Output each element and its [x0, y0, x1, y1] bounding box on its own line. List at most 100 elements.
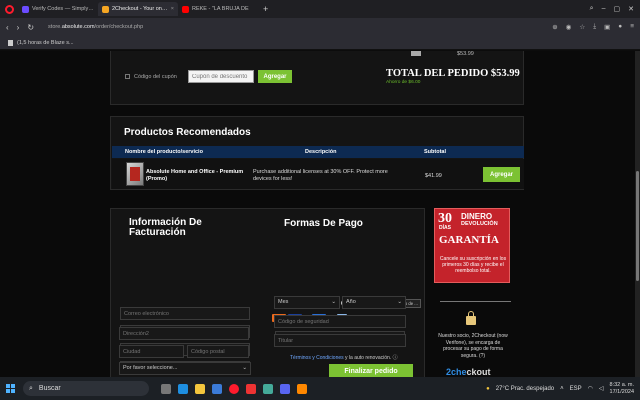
- finalize-order-button[interactable]: Finalizar pedido: [329, 364, 413, 377]
- system-tray: ● 27°C Prac. despejado ˄ ESP ◠ ◁ 8:32 a.…: [486, 382, 640, 396]
- cardholder-field[interactable]: [274, 334, 406, 347]
- windows-taskbar: ⌕ Buscar ● 27°C Prac. despejado ˄ ESP ◠ …: [0, 377, 640, 400]
- month-select[interactable]: Mes ⌄: [274, 296, 340, 309]
- address-bar: ‹ › ↻ store.absolute.com/order/checkout.…: [0, 18, 640, 36]
- bookmark-icon: [8, 39, 13, 46]
- extensions-icon[interactable]: ▣: [604, 23, 610, 31]
- opera-taskbar-icon[interactable]: [229, 383, 239, 394]
- guarantee-dinero: DINERO: [461, 212, 493, 221]
- zip-field[interactable]: [187, 345, 249, 358]
- city-field[interactable]: [119, 345, 184, 358]
- address2-field[interactable]: [119, 327, 249, 340]
- download-icon[interactable]: ⤓: [593, 23, 596, 31]
- terms-link[interactable]: Términos y Condiciones: [290, 355, 344, 361]
- chevron-down-icon: ⌄: [331, 299, 336, 305]
- new-tab-icon[interactable]: +: [258, 4, 273, 14]
- lang-indicator[interactable]: ESP: [570, 386, 582, 392]
- store-icon[interactable]: [212, 383, 222, 394]
- chevron-down-icon: ⌄: [397, 299, 402, 305]
- task-view-icon[interactable]: [161, 383, 171, 394]
- file-explorer-icon[interactable]: [195, 383, 205, 394]
- bookmark-item[interactable]: (1,5 horas de Blaze s...: [17, 40, 74, 46]
- url-field[interactable]: store.absolute.com/order/checkout.php: [48, 24, 143, 30]
- tab-verify-codes[interactable]: Verify Codes — SimplyCo: [18, 2, 98, 16]
- info-icon[interactable]: ⓘ: [393, 355, 398, 361]
- guarantee-text: Cancele su suscripción en los primeros 3…: [439, 256, 507, 274]
- order-summary: $53.99 Código del cupón Agregar TOTAL DE…: [110, 51, 524, 105]
- volume-icon[interactable]: ◁: [599, 385, 604, 392]
- tab-2checkout[interactable]: 2Checkout - Your online p ×: [98, 2, 178, 16]
- camera-icon[interactable]: ◉: [566, 23, 572, 31]
- chevron-up-icon[interactable]: ˄: [560, 386, 564, 392]
- email-field[interactable]: [120, 307, 250, 320]
- year-select[interactable]: Año ⌄: [342, 296, 406, 309]
- taskbar-search[interactable]: ⌕ Buscar: [23, 381, 149, 396]
- app-icon[interactable]: [263, 383, 273, 394]
- window-controls: ⌕ – ▢ ✕: [590, 5, 640, 13]
- reload-icon[interactable]: ↻: [27, 23, 34, 32]
- tab-favicon-icon: [102, 5, 109, 13]
- order-total: TOTAL DEL PEDIDO $53.99: [386, 68, 520, 79]
- lock-icon: [466, 311, 476, 325]
- tab-bar: Verify Codes — SimplyCo 2Checkout - Your…: [0, 0, 640, 18]
- opera-icon[interactable]: [0, 0, 18, 18]
- menu-icon[interactable]: ≡: [630, 23, 634, 31]
- windows-start-icon[interactable]: [6, 384, 15, 393]
- recommended-title: Productos Recomendados: [124, 127, 251, 138]
- header-product: Nombre del producto/servicio: [125, 149, 203, 155]
- forward-icon[interactable]: ›: [17, 23, 20, 32]
- chevron-down-icon: ⌄: [242, 365, 247, 371]
- guarantee-dias: DÍAS: [439, 225, 451, 231]
- app-icon[interactable]: [246, 383, 256, 394]
- coupon-add-button[interactable]: Agregar: [258, 70, 292, 83]
- payment-title: Formas De Pago: [284, 218, 363, 229]
- taskbar-apps: [161, 383, 307, 394]
- guarantee-devolucion: DEVOLUCIÓN: [461, 221, 498, 227]
- add-product-button[interactable]: Agregar: [483, 167, 520, 182]
- page-scrollbar[interactable]: [635, 51, 640, 377]
- product-thumbnail: [411, 51, 421, 56]
- 2checkout-logo: 2checkout: [446, 367, 491, 377]
- app-icon[interactable]: [297, 383, 307, 394]
- weather-icon: ●: [486, 385, 490, 392]
- close-icon[interactable]: ×: [171, 6, 174, 12]
- scroll-thumb[interactable]: [636, 171, 639, 281]
- coupon-input[interactable]: [188, 70, 254, 83]
- maximize-icon[interactable]: ▢: [614, 5, 621, 13]
- table-row: Absolute Home and Office - Premium (Prom…: [112, 159, 524, 189]
- tab-favicon-icon: [182, 5, 189, 13]
- search-icon: ⌕: [29, 384, 33, 392]
- country-select[interactable]: Por favor seleccione... ⌄: [119, 362, 251, 375]
- divider: [440, 301, 511, 302]
- table-header: Nombre del producto/servicio Descripción…: [112, 146, 524, 158]
- coupon-label: Código del cupón: [134, 74, 177, 80]
- billing-title: Información De Facturación: [129, 217, 202, 238]
- profile-icon[interactable]: ●: [618, 23, 622, 31]
- discord-icon[interactable]: [280, 383, 290, 394]
- secure-payment-text: Nuestro socio, 2Checkout (now Verifone),…: [438, 333, 508, 359]
- minimize-icon[interactable]: –: [602, 5, 606, 13]
- weather-text[interactable]: 27°C Prac. despejado: [496, 386, 554, 392]
- header-description: Descripción: [305, 149, 337, 155]
- line-price: $53.99: [457, 51, 474, 57]
- translate-icon[interactable]: ⊕: [552, 23, 557, 31]
- back-icon[interactable]: ‹: [6, 23, 9, 32]
- guarantee-title: GARANTÍA: [439, 234, 499, 246]
- header-subtotal: Subtotal: [424, 149, 446, 155]
- tab-youtube[interactable]: REKE - "LA BRUJA DE: [178, 2, 258, 16]
- coupon-checkbox[interactable]: [125, 74, 130, 79]
- clock[interactable]: 8:32 a. m. 17/1/2024: [610, 382, 634, 396]
- savings-text: Ahorro de $6.00: [386, 80, 421, 85]
- wifi-icon[interactable]: ◠: [588, 385, 593, 392]
- address-tools: ⊕ ◉ ☆ ⤓ ▣ ● ≡: [552, 23, 634, 31]
- bookmark-star-icon[interactable]: ☆: [579, 23, 585, 31]
- product-price: $41.99: [425, 173, 442, 179]
- recommended-products: Productos Recomendados Nombre del produc…: [110, 116, 524, 190]
- close-window-icon[interactable]: ✕: [628, 5, 634, 13]
- edge-icon[interactable]: [178, 383, 188, 394]
- product-description: Purchase additional licenses at 30% OFF.…: [253, 169, 388, 182]
- search-tabs-icon[interactable]: ⌕: [590, 5, 594, 13]
- security-code-field[interactable]: [274, 315, 406, 328]
- tab-favicon-icon: [22, 5, 29, 13]
- checkout-page: $53.99 Código del cupón Agregar TOTAL DE…: [0, 51, 635, 377]
